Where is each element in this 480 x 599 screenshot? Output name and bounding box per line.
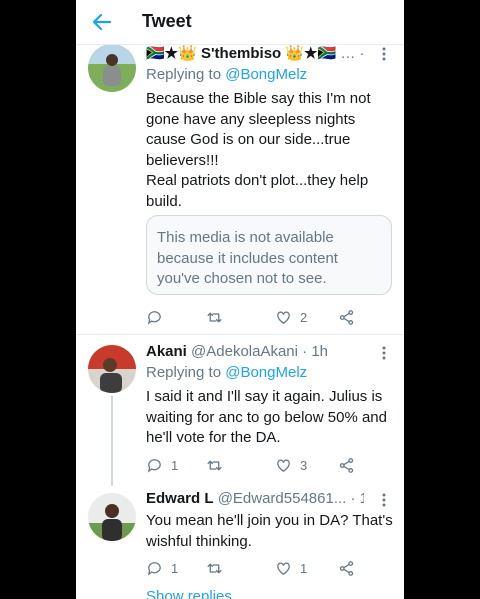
back-arrow-icon bbox=[92, 13, 112, 31]
reply-button[interactable]: 1 bbox=[146, 558, 178, 578]
avatar[interactable] bbox=[88, 345, 136, 393]
more-button[interactable] bbox=[378, 492, 390, 508]
handle[interactable]: … bbox=[340, 45, 355, 62]
top-bar: Tweet bbox=[76, 0, 404, 45]
like-icon bbox=[277, 459, 290, 472]
display-name[interactable]: Akani bbox=[146, 343, 187, 360]
more-icon bbox=[382, 346, 386, 360]
media-notice-text: This media is not available because it i… bbox=[157, 229, 338, 287]
replying-prefix: Replying to bbox=[146, 66, 226, 83]
separator-dot: · bbox=[302, 343, 308, 360]
back-button[interactable] bbox=[90, 10, 114, 34]
like-button[interactable]: 3 bbox=[275, 455, 307, 475]
tweet-thread-screen: Tweet 🇿🇦★👑 S'thembiso 👑★🇿🇦 … · 1h Replyi… bbox=[76, 0, 404, 599]
retweet-button[interactable] bbox=[206, 558, 231, 578]
handle[interactable]: @AdekolaAkani bbox=[191, 343, 298, 360]
tweet-text: Because the Bible say this I'm not gone … bbox=[146, 90, 371, 210]
page-title: Tweet bbox=[142, 11, 192, 31]
retweet-icon bbox=[207, 563, 222, 573]
like-button[interactable]: 1 bbox=[275, 558, 307, 578]
author-line: Edward L @Edward554861... · 1h bbox=[146, 490, 364, 510]
reply-button[interactable]: 1 bbox=[146, 455, 178, 475]
more-button[interactable] bbox=[378, 345, 390, 361]
like-count: 1 bbox=[300, 560, 308, 576]
avatar-photo bbox=[88, 345, 136, 393]
divider bbox=[76, 334, 404, 335]
reply-count: 1 bbox=[171, 457, 179, 473]
reply-button[interactable] bbox=[146, 307, 171, 327]
mention-link[interactable]: @BongMelz bbox=[225, 66, 307, 83]
reply-icon bbox=[147, 310, 161, 325]
like-button[interactable]: 2 bbox=[275, 307, 307, 327]
more-icon bbox=[382, 47, 386, 61]
display-name[interactable]: 🇿🇦★👑 S'thembiso 👑★🇿🇦 bbox=[146, 45, 336, 62]
reply-icon bbox=[147, 561, 161, 576]
like-count: 2 bbox=[300, 309, 308, 325]
avatar[interactable] bbox=[88, 44, 136, 92]
separator-dot: · bbox=[360, 45, 364, 62]
timestamp: 1h bbox=[359, 490, 364, 507]
replying-to: Replying to @BongMelz bbox=[146, 66, 307, 83]
like-icon bbox=[277, 311, 290, 324]
replying-prefix: Replying to bbox=[146, 364, 226, 381]
separator-dot: · bbox=[350, 490, 356, 507]
tweet-text: I said it and I'll say it again. Julius … bbox=[146, 388, 387, 446]
share-button[interactable] bbox=[338, 455, 355, 475]
tweet-text: You mean he'll join you in DA? That's wi… bbox=[146, 512, 393, 550]
share-button[interactable] bbox=[338, 307, 355, 327]
share-icon bbox=[339, 457, 354, 473]
share-icon bbox=[339, 309, 354, 325]
display-name[interactable]: Edward L bbox=[146, 490, 214, 507]
reply-icon bbox=[147, 458, 161, 473]
author-line: 🇿🇦★👑 S'thembiso 👑★🇿🇦 … · 1h bbox=[146, 44, 364, 64]
timestamp: 1h bbox=[311, 343, 329, 360]
hidden-media-notice[interactable]: This media is not available because it i… bbox=[146, 215, 392, 295]
like-icon bbox=[277, 562, 290, 575]
thread-connector bbox=[111, 396, 113, 486]
retweet-icon bbox=[207, 312, 222, 322]
show-replies-link[interactable]: Show replies bbox=[146, 588, 232, 599]
share-button[interactable] bbox=[338, 558, 355, 578]
avatar[interactable] bbox=[88, 493, 136, 541]
avatar-photo bbox=[88, 44, 136, 92]
avatar-photo bbox=[88, 493, 136, 541]
reply-count: 1 bbox=[171, 560, 179, 576]
retweet-button[interactable] bbox=[206, 455, 231, 475]
more-icon bbox=[382, 493, 386, 507]
author-line: Akani @AdekolaAkani · 1h bbox=[146, 343, 364, 363]
share-icon bbox=[339, 560, 354, 576]
more-button[interactable] bbox=[378, 46, 390, 62]
mention-link[interactable]: @BongMelz bbox=[225, 364, 307, 381]
replying-to: Replying to @BongMelz bbox=[146, 364, 307, 381]
like-count: 3 bbox=[300, 457, 308, 473]
retweet-button[interactable] bbox=[206, 307, 231, 327]
handle[interactable]: @Edward554861... bbox=[218, 490, 347, 507]
retweet-icon bbox=[207, 460, 222, 470]
